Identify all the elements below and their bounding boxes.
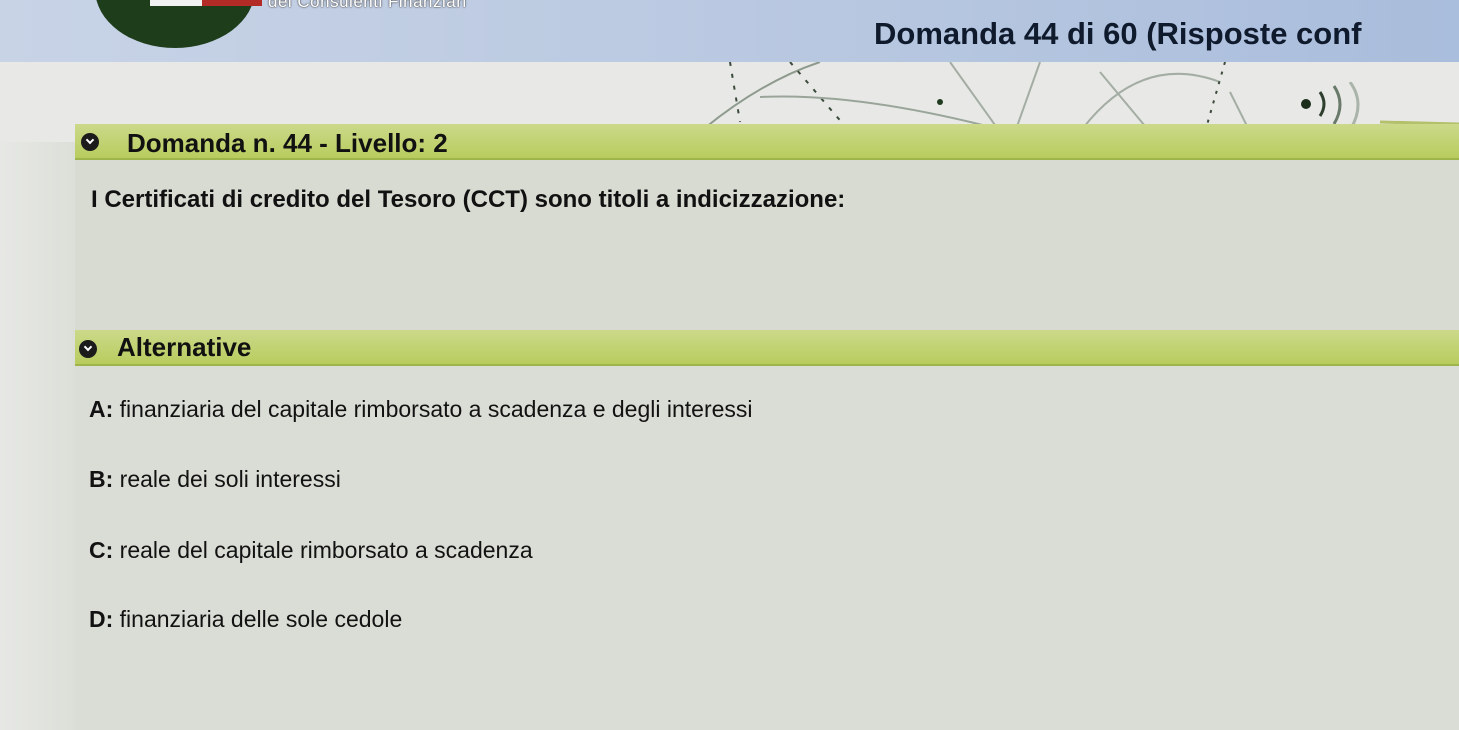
question-text: I Certificati di credito del Tesoro (CCT… bbox=[91, 186, 846, 213]
logo-flag-white bbox=[150, 0, 210, 6]
question-panel: I Certificati di credito del Tesoro (CCT… bbox=[75, 160, 1459, 330]
answer-option-d[interactable]: D: finanziaria delle sole cedole bbox=[89, 606, 402, 633]
answer-option-a[interactable]: A: finanziaria del capitale rimborsato a… bbox=[89, 396, 753, 423]
answer-letter: D: bbox=[89, 606, 114, 632]
question-section-header[interactable]: Domanda n. 44 - Livello: 2 bbox=[75, 124, 1459, 160]
answer-letter: B: bbox=[89, 466, 114, 492]
exam-page: dei Consulenti Finanziari Domanda 44 di … bbox=[0, 0, 1459, 730]
answers-panel: A: finanziaria del capitale rimborsato a… bbox=[75, 366, 1459, 730]
left-margin bbox=[0, 142, 75, 730]
org-subtitle: dei Consulenti Finanziari bbox=[268, 0, 467, 11]
chevron-down-circle-icon bbox=[79, 340, 97, 358]
answer-text: reale del capitale rimborsato a scadenza bbox=[113, 537, 533, 563]
question-heading: Domanda n. 44 - Livello: 2 bbox=[127, 128, 448, 158]
answer-letter: A: bbox=[89, 396, 114, 422]
logo-flag-red bbox=[202, 0, 262, 6]
header-bar: dei Consulenti Finanziari Domanda 44 di … bbox=[0, 0, 1459, 62]
org-logo bbox=[95, 0, 255, 48]
answer-option-c[interactable]: C: reale del capitale rimborsato a scade… bbox=[89, 537, 533, 564]
answer-text: finanziaria del capitale rimborsato a sc… bbox=[113, 396, 753, 422]
answer-option-b[interactable]: B: reale dei soli interessi bbox=[89, 466, 341, 493]
alternatives-section-header[interactable]: Alternative bbox=[75, 330, 1459, 366]
answer-text: finanziaria delle sole cedole bbox=[113, 606, 403, 632]
answer-letter: C: bbox=[89, 537, 114, 563]
answer-text: reale dei soli interessi bbox=[113, 466, 341, 492]
exam-title: Domanda 44 di 60 (Risposte conf bbox=[874, 16, 1362, 51]
chevron-down-circle-icon bbox=[81, 133, 99, 151]
alternatives-heading: Alternative bbox=[117, 332, 252, 362]
